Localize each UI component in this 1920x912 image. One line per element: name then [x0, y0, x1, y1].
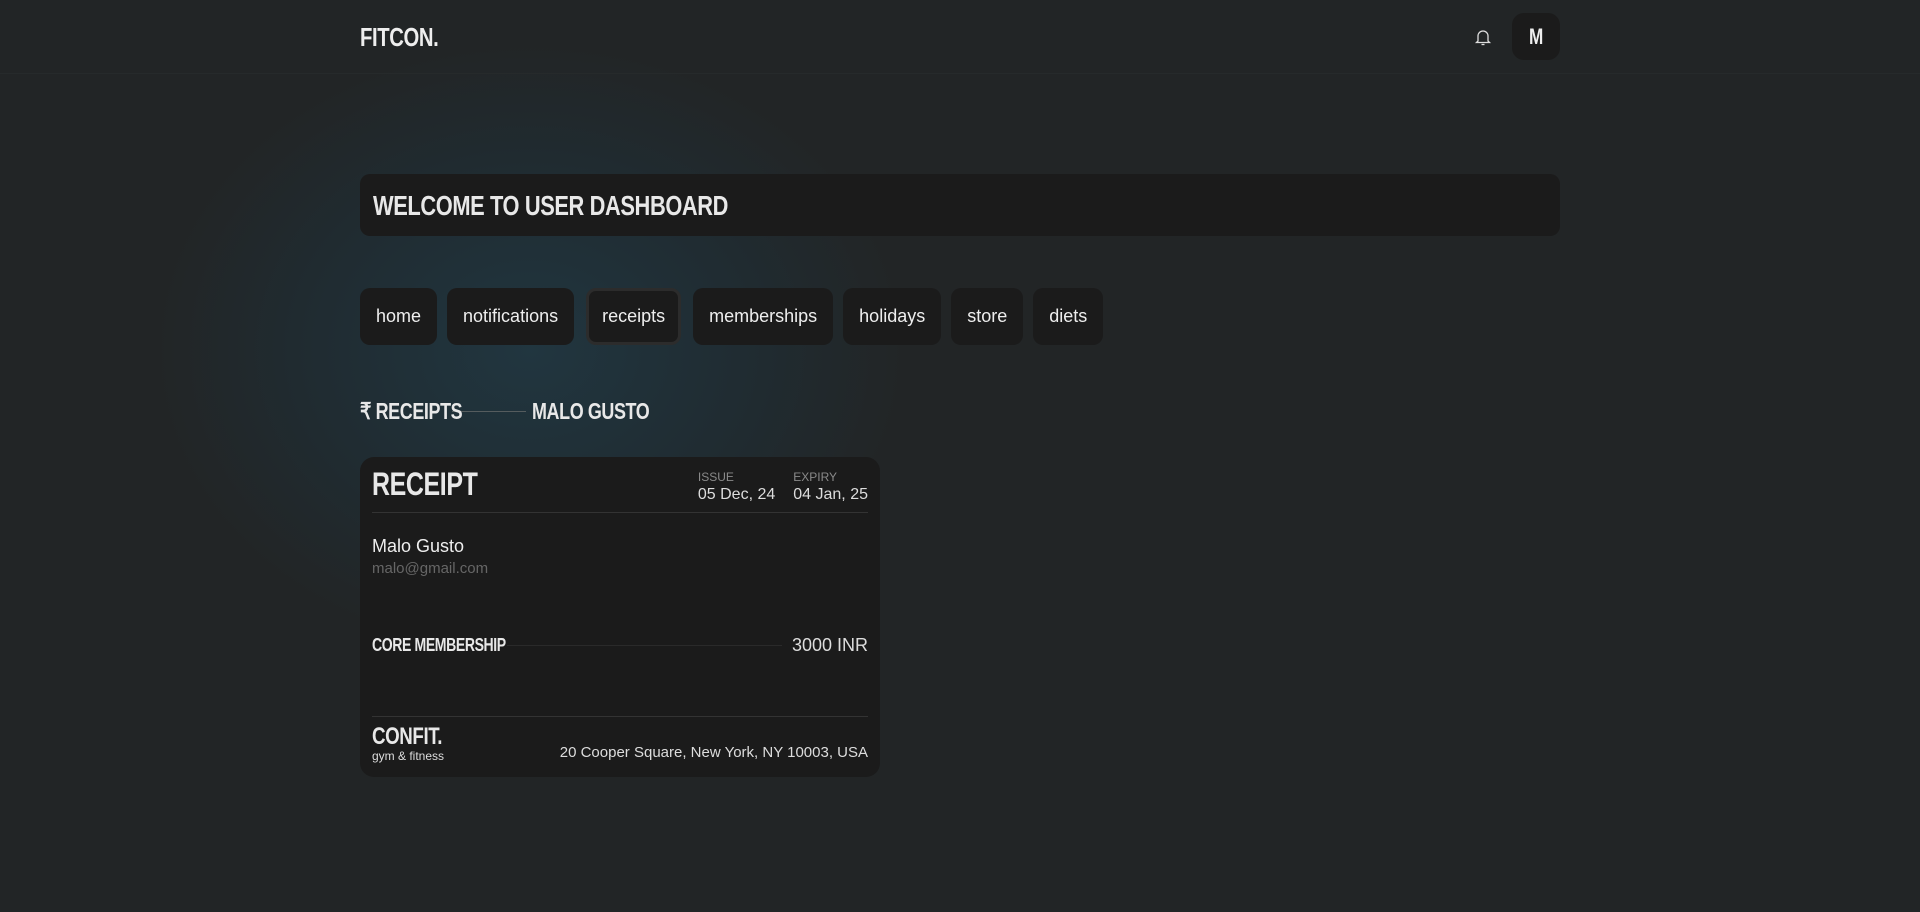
- logo[interactable]: FITCON.: [360, 22, 461, 53]
- tab-memberships[interactable]: memberships: [693, 288, 834, 345]
- bell-icon[interactable]: [1472, 26, 1494, 48]
- footer-brand: CONFIT.: [372, 723, 443, 750]
- tab-notifications[interactable]: notifications: [447, 288, 575, 345]
- tab-home[interactable]: home: [360, 288, 438, 345]
- footer-address: 20 Cooper Square, New York, NY 10003, US…: [559, 744, 868, 761]
- breadcrumb-divider: [452, 411, 526, 412]
- breadcrumb: ₹ RECEIPTS MALO GUSTO: [360, 398, 682, 425]
- page-title: WELCOME TO USER DASHBOARD: [373, 190, 729, 221]
- receipt-card: RECEIPT ISSUE 05 Dec, 24 EXPIRY 04 Jan, 25…: [360, 457, 880, 777]
- issue-date: 05 Dec, 24: [697, 485, 776, 503]
- line-item: CORE MEMBERSHIP 3000 INR: [372, 635, 868, 656]
- issue-label: ISSUE: [697, 469, 734, 484]
- welcome-banner: WELCOME TO USER DASHBOARD: [360, 174, 1560, 236]
- expiry-label: EXPIRY: [793, 469, 838, 484]
- tab-holidays[interactable]: holidays: [843, 288, 942, 345]
- tab-store[interactable]: store: [951, 288, 1024, 345]
- item-price: 3000 INR: [791, 635, 868, 655]
- breadcrumb-user: MALO GUSTO: [532, 398, 650, 424]
- expiry-date: 04 Jan, 25: [793, 485, 868, 503]
- receipt-footer: CONFIT. gym & fitness 20 Cooper Square, …: [372, 716, 868, 763]
- expiry-date-block: EXPIRY 04 Jan, 25: [793, 470, 868, 504]
- receipt-header: RECEIPT ISSUE 05 Dec, 24 EXPIRY 04 Jan, 25: [372, 457, 868, 513]
- logo-text: FITCON.: [360, 22, 439, 52]
- tab-diets[interactable]: diets: [1033, 288, 1104, 345]
- footer-brand-sub: gym & fitness: [372, 749, 445, 763]
- receipt-dates: ISSUE 05 Dec, 24 EXPIRY 04 Jan, 25: [698, 470, 868, 504]
- issue-date-block: ISSUE 05 Dec, 24: [698, 470, 775, 504]
- receipt-title: RECEIPT: [372, 466, 478, 502]
- item-divider: [507, 645, 782, 646]
- avatar-letter: M: [1529, 24, 1543, 49]
- tab-receipts[interactable]: receipts: [586, 288, 682, 345]
- breadcrumb-section: ₹ RECEIPTS: [360, 398, 463, 424]
- customer-name: Malo Gusto: [372, 536, 465, 556]
- top-header: FITCON. M: [0, 0, 1920, 74]
- tab-bar: home notifications receipts memberships …: [360, 288, 1104, 345]
- customer-email: malo@gmail.com: [372, 560, 489, 577]
- avatar[interactable]: M: [1512, 13, 1560, 60]
- item-name: CORE MEMBERSHIP: [372, 635, 506, 655]
